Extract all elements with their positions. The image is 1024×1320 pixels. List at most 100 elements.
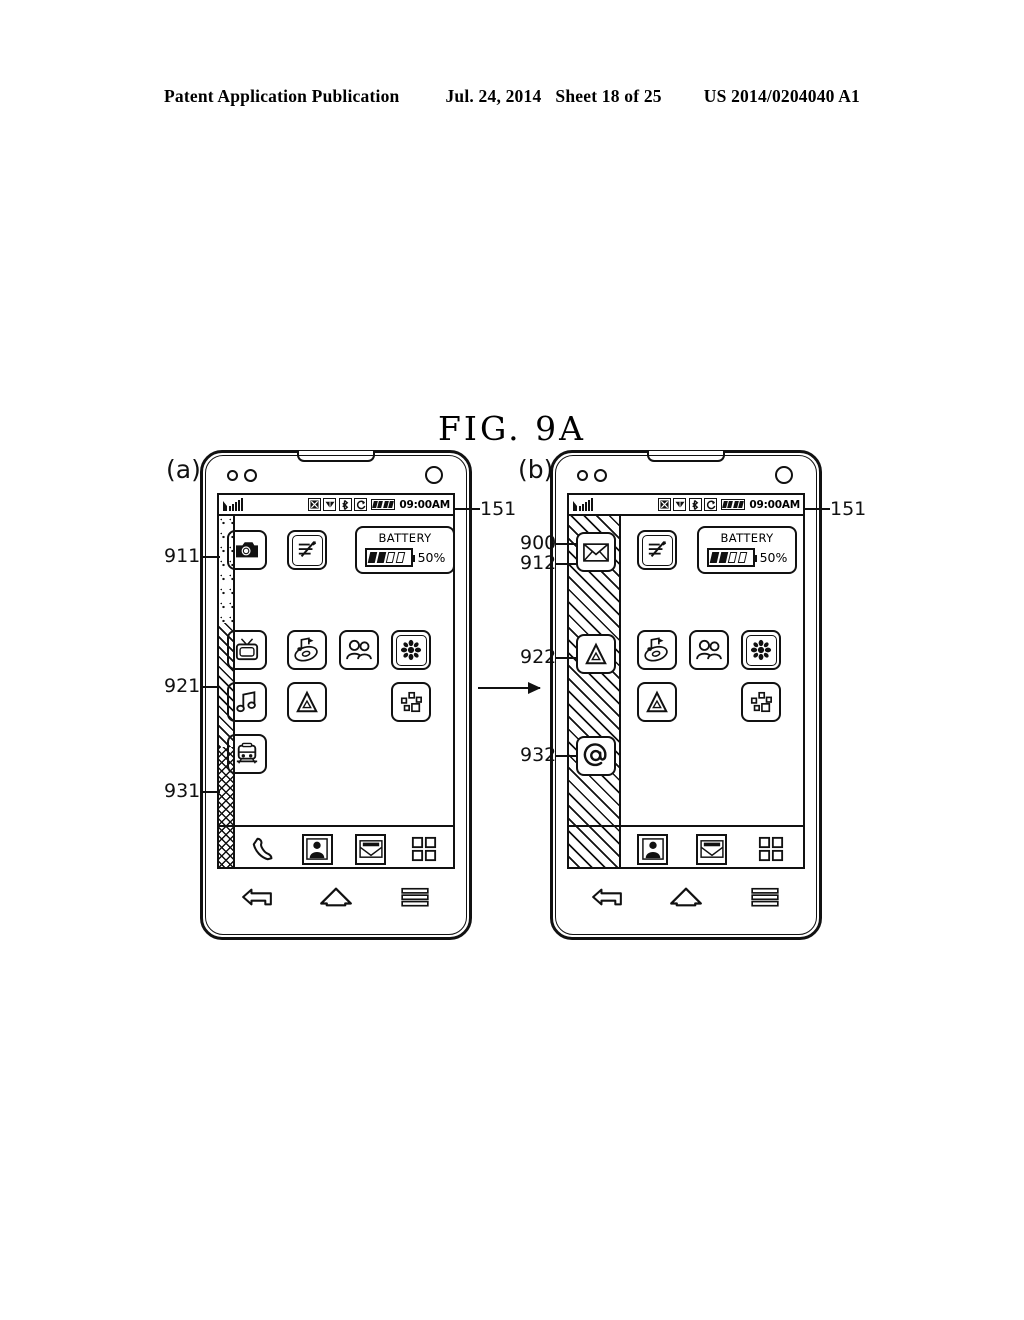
email-icon[interactable] (355, 833, 387, 865)
app-contacts-group[interactable] (339, 630, 379, 670)
app-font-a[interactable] (637, 682, 677, 722)
font-a-icon[interactable] (287, 682, 327, 722)
sensor-dot-icon (227, 470, 238, 481)
ref-921: 921 (164, 675, 201, 697)
notes-icon[interactable] (287, 530, 327, 570)
status-icon-group: 09:00AM (307, 498, 450, 511)
publication-header: Patent Application Publication Jul. 24, … (0, 86, 1024, 107)
app-widgets[interactable] (391, 682, 431, 722)
clock-time: 09:00AM (749, 498, 800, 511)
document-number: US 2014/0204040 A1 (703, 86, 861, 106)
app-grid-b: BATTERY 50% (623, 516, 799, 867)
leader-151-a (454, 508, 480, 510)
ref-922: 922 (520, 646, 557, 668)
crosshatch-segment-931[interactable] (219, 746, 233, 867)
wifi-icon (323, 498, 337, 511)
battery-level-icon (364, 547, 415, 567)
font-a-icon[interactable] (576, 634, 616, 674)
sync-icon (354, 498, 368, 511)
battery-widget-b[interactable]: BATTERY 50% (697, 526, 797, 574)
expanded-panel-900[interactable] (569, 516, 621, 867)
phone-dial-icon[interactable] (248, 833, 280, 865)
battery-widget-caption: BATTERY (378, 531, 432, 546)
sheet-number: Sheet 18 of 25 (555, 86, 662, 106)
widgets-icon[interactable] (741, 682, 781, 722)
ref-931: 931 (164, 780, 201, 802)
ref-151-b: 151 (830, 498, 867, 520)
app-gallery[interactable] (391, 630, 431, 670)
menu-button[interactable] (745, 883, 785, 911)
home-button[interactable] (316, 883, 356, 911)
sensor-dot-icon (577, 470, 588, 481)
contacts-icon[interactable] (637, 833, 669, 865)
proximity-sensor-icon (244, 469, 257, 482)
battery-widget-a[interactable]: BATTERY 50% (355, 526, 453, 574)
app-drawer-icon[interactable] (755, 833, 787, 865)
edge-strip-a[interactable] (219, 516, 235, 867)
notes-icon[interactable] (637, 530, 677, 570)
contacts-group-icon[interactable] (689, 630, 729, 670)
phone-device-b: 09:00AM BATTERY 50% (550, 450, 822, 940)
navigation-bar-b (567, 875, 805, 919)
leader-931 (200, 791, 220, 793)
menu-button[interactable] (395, 883, 435, 911)
app-notes[interactable] (287, 530, 327, 570)
gallery-flower-icon[interactable] (741, 630, 781, 670)
ref-912: 912 (520, 552, 557, 574)
status-icon-group: 09:00AM (657, 498, 800, 511)
status-bar-b: 09:00AM (569, 495, 803, 516)
phone-device-a: 09:00AM BATTERY 50% (200, 450, 472, 940)
app-drawer-icon[interactable] (408, 833, 440, 865)
signal-bars-icon (573, 498, 594, 511)
app-music-cd[interactable] (287, 630, 327, 670)
gallery-flower-icon[interactable] (391, 630, 431, 670)
back-button[interactable] (587, 883, 627, 911)
signal-bars-icon (223, 498, 244, 511)
ref-911: 911 (164, 545, 201, 567)
email-icon[interactable] (696, 833, 728, 865)
panel-label-b: (b) (518, 455, 554, 484)
publication-date: Jul. 24, 2014 (445, 86, 542, 106)
battery-level-icon (706, 547, 757, 567)
app-gallery[interactable] (741, 630, 781, 670)
patent-figure-page: Patent Application Publication Jul. 24, … (0, 0, 1024, 1320)
no-sim-icon (657, 498, 671, 511)
panel-slot-912[interactable] (576, 532, 616, 572)
envelope-icon[interactable] (576, 532, 616, 572)
dots-segment-911[interactable] (219, 516, 233, 623)
app-widgets[interactable] (741, 682, 781, 722)
widgets-icon[interactable] (391, 682, 431, 722)
battery-percent: 50% (417, 549, 446, 565)
contacts-group-icon[interactable] (339, 630, 379, 670)
panel-slot-932[interactable] (576, 736, 616, 776)
figure-title: FIG. 9A (438, 409, 586, 448)
at-sign-icon[interactable] (576, 736, 616, 776)
app-font-a[interactable] (287, 682, 327, 722)
battery-widget-caption: BATTERY (720, 531, 774, 546)
dock-bar-a (219, 825, 453, 867)
dock-items-a (237, 827, 451, 867)
diagonal-segment-921[interactable] (219, 622, 233, 747)
app-music-cd[interactable] (637, 630, 677, 670)
font-a-icon[interactable] (637, 682, 677, 722)
panel-slot-922[interactable] (576, 634, 616, 674)
music-cd-icon[interactable] (287, 630, 327, 670)
app-contacts-group[interactable] (689, 630, 729, 670)
clock-time: 09:00AM (399, 498, 450, 511)
panel-label-a: (a) (166, 455, 201, 484)
sync-icon (704, 498, 718, 511)
home-button[interactable] (666, 883, 706, 911)
back-button[interactable] (237, 883, 277, 911)
publication-title: Patent Application Publication (163, 86, 400, 106)
front-camera-icon (425, 466, 443, 484)
contacts-icon[interactable] (301, 833, 333, 865)
battery-icon (720, 499, 745, 510)
display-screen-a: 09:00AM BATTERY 50% (217, 493, 455, 869)
music-cd-icon[interactable] (637, 630, 677, 670)
earpiece-speaker (297, 451, 375, 462)
ref-932: 932 (520, 744, 557, 766)
proximity-sensor-icon (594, 469, 607, 482)
bluetooth-icon (688, 498, 702, 511)
earpiece-speaker (647, 451, 725, 462)
app-notes[interactable] (637, 530, 677, 570)
